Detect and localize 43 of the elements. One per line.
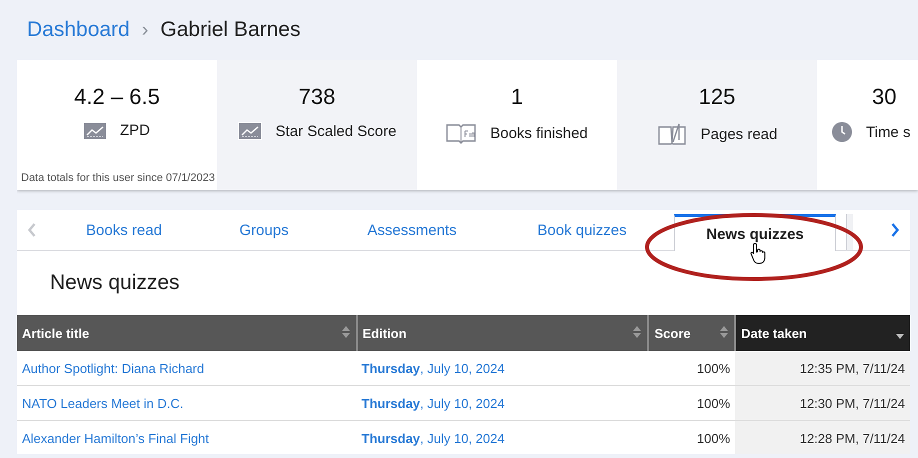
chevron-right-icon[interactable]: [890, 222, 900, 238]
edition-link[interactable]: Thursday, July 10, 2024: [356, 386, 648, 420]
breadcrumb-separator: ›: [142, 18, 148, 42]
date-cell: 12:30 PM, 7/11/24: [735, 386, 910, 420]
dashboard-link[interactable]: Dashboard: [27, 18, 130, 42]
sort-icon: [633, 326, 642, 338]
edition-link[interactable]: Thursday, July 10, 2024: [356, 420, 648, 454]
clock-icon: [832, 122, 852, 142]
open-book-icon: [656, 122, 687, 146]
tab[interactable]: Assessments: [334, 210, 490, 250]
stat-label: Time s: [866, 124, 910, 140]
stat-label: Star Scaled Score: [276, 122, 396, 140]
hand-cursor-icon: [750, 242, 766, 264]
column-header[interactable]: Article title: [17, 315, 357, 351]
data-note: Data totals for this user since 07/1/2023: [21, 172, 215, 184]
column-header[interactable]: Edition: [356, 315, 648, 351]
stat-value: 125: [698, 84, 736, 110]
stat-value: 738: [298, 84, 336, 110]
date-cell: 12:28 PM, 7/11/24: [735, 420, 910, 454]
stat-label: Books finished: [490, 124, 588, 142]
article-link[interactable]: Author Spotlight: Diana Richard: [17, 351, 357, 386]
open-book-icon: [446, 122, 476, 144]
edition-link[interactable]: Thursday, July 10, 2024: [356, 351, 648, 386]
sort-icon: [720, 326, 728, 338]
stat-label: ZPD: [120, 122, 150, 139]
column-header[interactable]: Score: [648, 315, 736, 351]
sort-descending-icon: [896, 334, 904, 339]
page-title: Gabriel Barnes: [160, 18, 300, 42]
tab[interactable]: Groups: [194, 210, 334, 250]
article-link[interactable]: NATO Leaders Meet in D.C.: [17, 386, 357, 420]
sort-icon: [342, 326, 350, 338]
column-header[interactable]: Date taken: [735, 315, 910, 351]
tab[interactable]: Books read: [54, 210, 194, 250]
line-chart-icon: [238, 122, 262, 140]
line-chart-icon: [84, 122, 106, 138]
stat-label: Pages read: [700, 126, 778, 142]
date-cell: 12:35 PM, 7/11/24: [735, 351, 910, 386]
tab[interactable]: Book quizzes: [490, 210, 674, 250]
section-title: News quizzes: [50, 270, 180, 296]
stat-value: 30: [872, 84, 896, 110]
stat-value: 1: [510, 84, 524, 110]
article-link[interactable]: Alexander Hamilton’s Final Fight: [17, 420, 357, 454]
stat-value: 4.2 – 6.5: [74, 84, 160, 110]
